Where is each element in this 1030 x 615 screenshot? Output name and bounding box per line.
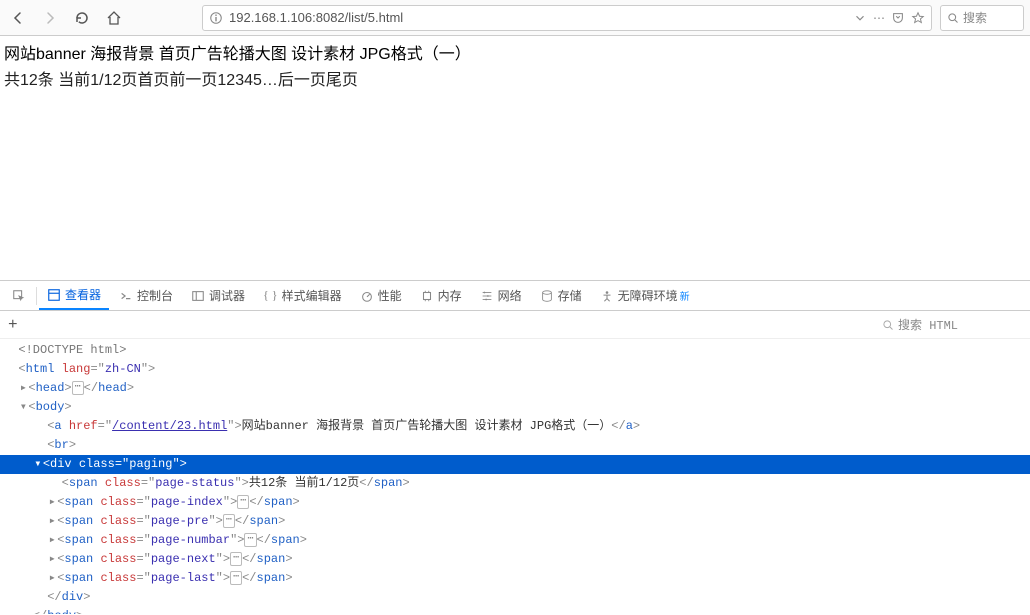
- dom-body-open[interactable]: ▾<body>: [0, 398, 1030, 417]
- tab-style-editor[interactable]: { } 样式编辑器: [255, 282, 350, 310]
- dom-page-pre[interactable]: ▸<span class="page-pre">⋯</span>: [0, 512, 1030, 531]
- page-nav-links[interactable]: 首页前一页12345…后一页尾页: [137, 72, 358, 89]
- dom-page-status[interactable]: <span class="page-status">共12条 当前1/12页</…: [0, 474, 1030, 493]
- tab-accessibility[interactable]: 无障碍环境 新: [592, 282, 698, 310]
- url-bar[interactable]: ⋯: [202, 5, 932, 31]
- dom-page-numbar[interactable]: ▸<span class="page-numbar">⋯</span>: [0, 531, 1030, 550]
- dom-tree[interactable]: <!DOCTYPE html> <html lang="zh-CN"> ▸<he…: [0, 339, 1030, 614]
- browser-toolbar: ⋯ 搜索: [0, 0, 1030, 36]
- dom-br[interactable]: <br>: [0, 436, 1030, 455]
- dom-page-next[interactable]: ▸<span class="page-next">⋯</span>: [0, 550, 1030, 569]
- search-icon: [882, 319, 894, 331]
- devtools-pick-element[interactable]: [4, 282, 34, 310]
- paging-bar: 共12条 当前1/12页首页前一页12345…后一页尾页: [4, 68, 1030, 94]
- chevron-down-icon[interactable]: [853, 11, 867, 25]
- dom-body-close[interactable]: </body>: [0, 607, 1030, 614]
- devtools-tabs: 查看器 控制台 调试器 { } 样式编辑器 性能 内存 网络 存储: [0, 281, 1030, 311]
- tab-inspector[interactable]: 查看器: [39, 282, 109, 310]
- page-status-text: 共12条 当前1/12页: [4, 72, 137, 89]
- star-icon[interactable]: [911, 11, 925, 25]
- dom-a[interactable]: <a href="/content/23.html">网站banner 海报背景…: [0, 417, 1030, 436]
- tab-network[interactable]: 网络: [472, 282, 530, 310]
- home-button[interactable]: [102, 6, 126, 30]
- dom-div-paging[interactable]: ▾<div class="paging">: [0, 455, 1030, 474]
- tab-memory[interactable]: 内存: [412, 282, 470, 310]
- dom-page-index[interactable]: ▸<span class="page-index">⋯</span>: [0, 493, 1030, 512]
- browser-search-box[interactable]: 搜索: [940, 5, 1024, 31]
- reload-button[interactable]: [70, 6, 94, 30]
- page-content-area: 网站banner 海报背景 首页广告轮播大图 设计素材 JPG格式（一） 共12…: [0, 36, 1030, 280]
- devtools-panel: 查看器 控制台 调试器 { } 样式编辑器 性能 内存 网络 存储: [0, 280, 1030, 614]
- dom-div-close[interactable]: </div>: [0, 588, 1030, 607]
- forward-button[interactable]: [38, 6, 62, 30]
- devtools-subbar: + 搜索 HTML: [0, 311, 1030, 339]
- dom-page-last[interactable]: ▸<span class="page-last">⋯</span>: [0, 569, 1030, 588]
- page-item-link[interactable]: 网站banner 海报背景 首页广告轮播大图 设计素材 JPG格式（一）: [4, 46, 471, 63]
- dom-doctype[interactable]: <!DOCTYPE html>: [0, 341, 1030, 360]
- url-input[interactable]: [229, 10, 847, 25]
- search-html-box[interactable]: 搜索 HTML: [882, 316, 1022, 333]
- info-icon: [209, 11, 223, 25]
- more-icon[interactable]: ⋯: [873, 11, 885, 25]
- dom-head[interactable]: ▸<head>⋯</head>: [0, 379, 1030, 398]
- search-placeholder: 搜索: [963, 9, 987, 26]
- add-button[interactable]: +: [8, 316, 18, 334]
- back-button[interactable]: [6, 6, 30, 30]
- pocket-icon[interactable]: [891, 11, 905, 25]
- dom-html-open[interactable]: <html lang="zh-CN">: [0, 360, 1030, 379]
- tab-debugger[interactable]: 调试器: [183, 282, 253, 310]
- search-icon: [947, 12, 959, 24]
- tab-performance[interactable]: 性能: [352, 282, 410, 310]
- tab-console[interactable]: 控制台: [111, 282, 181, 310]
- tab-storage[interactable]: 存储: [532, 282, 590, 310]
